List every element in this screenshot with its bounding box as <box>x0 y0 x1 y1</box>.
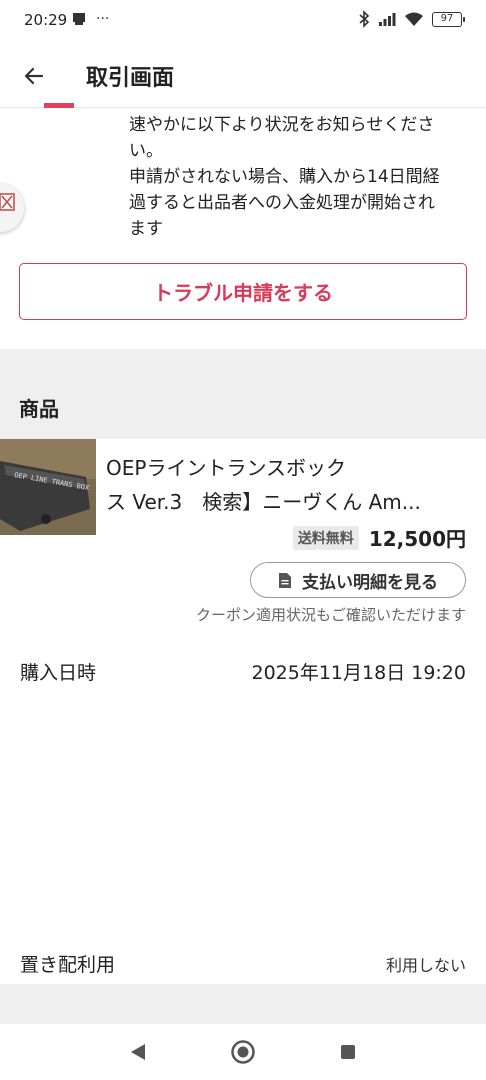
notice-line: 申請がされない場合、購入から14日間経 <box>129 167 440 187</box>
payment-details-label: 支払い明細を見る <box>302 572 438 593</box>
notice-text: 速やかに以下より状況をお知らせくださ い。 申請がされない場合、購入から14日間… <box>129 112 471 242</box>
okihai-label: 置き配利用 <box>20 954 116 976</box>
notice-line: い。 <box>129 141 163 161</box>
nav-home-button[interactable] <box>229 1038 257 1066</box>
app-bar: 取引画面 <box>0 42 486 108</box>
purchase-date-value: 2025年11月18日 19:20 <box>251 662 466 684</box>
okihai-value: 利用しない <box>385 956 466 975</box>
battery-icon: 97 <box>432 11 465 27</box>
bluetooth-icon <box>359 10 370 28</box>
nav-back-button[interactable] <box>124 1038 152 1066</box>
status-right-icons: 97 <box>358 10 465 28</box>
free-shipping-badge: 送料無料 <box>292 525 359 550</box>
product-name[interactable]: OEPライントランスボック ス Ver.3 検索】ニーヴくん Am... <box>106 451 466 519</box>
notice-line: ます <box>129 219 163 239</box>
notice-accent-mark <box>44 103 74 108</box>
notice-line: 速やかに以下より状況をお知らせくださ <box>129 115 435 135</box>
coupon-note: クーポン適用状況もご確認いただけます <box>195 606 466 624</box>
product-name-line: ス Ver.3 検索】ニーヴくん Am... <box>106 490 421 514</box>
section-divider <box>0 349 486 439</box>
document-icon <box>279 572 291 588</box>
payment-details-button[interactable]: 支払い明細を見る <box>250 562 466 598</box>
product-price: 12,500円 <box>368 527 466 551</box>
price-row: 送料無料 12,500円 <box>292 523 466 552</box>
status-time: 20:29 <box>24 11 68 29</box>
product-card[interactable]: OEP LINE TRANS BOX OEPライントランスボック ス Ver.3… <box>0 439 486 639</box>
product-section-title: 商品 <box>19 397 59 421</box>
floating-app-glyph-icon <box>0 193 15 211</box>
product-thumbnail[interactable]: OEP LINE TRANS BOX <box>0 439 96 535</box>
signal-icon <box>379 13 396 26</box>
triangle-back-icon <box>131 1044 145 1060</box>
status-overflow: ··· <box>96 11 110 27</box>
arrow-left-icon <box>24 67 44 85</box>
page-title: 取引画面 <box>86 66 175 91</box>
system-nav-bar <box>0 1024 486 1080</box>
nav-recents-button[interactable] <box>334 1038 362 1066</box>
purchase-date-label: 購入日時 <box>20 662 97 684</box>
notification-icon <box>73 13 85 25</box>
product-name-line: OEPライントランスボック <box>106 456 347 480</box>
bottom-divider <box>0 984 486 1024</box>
notice-line: 過すると出品者への入金処理が開始され <box>129 193 435 213</box>
circle-home-icon <box>231 1040 255 1064</box>
trouble-report-button[interactable]: トラブル申請をする <box>19 263 467 320</box>
back-button[interactable] <box>14 58 54 94</box>
product-image-icon: OEP LINE TRANS BOX <box>0 439 96 535</box>
floating-app-icon[interactable] <box>0 184 24 232</box>
status-left-icons: ··· <box>72 11 109 27</box>
status-bar: 20:29 ··· 97 <box>0 0 486 42</box>
wifi-icon <box>405 12 423 26</box>
square-recents-icon <box>341 1045 355 1059</box>
